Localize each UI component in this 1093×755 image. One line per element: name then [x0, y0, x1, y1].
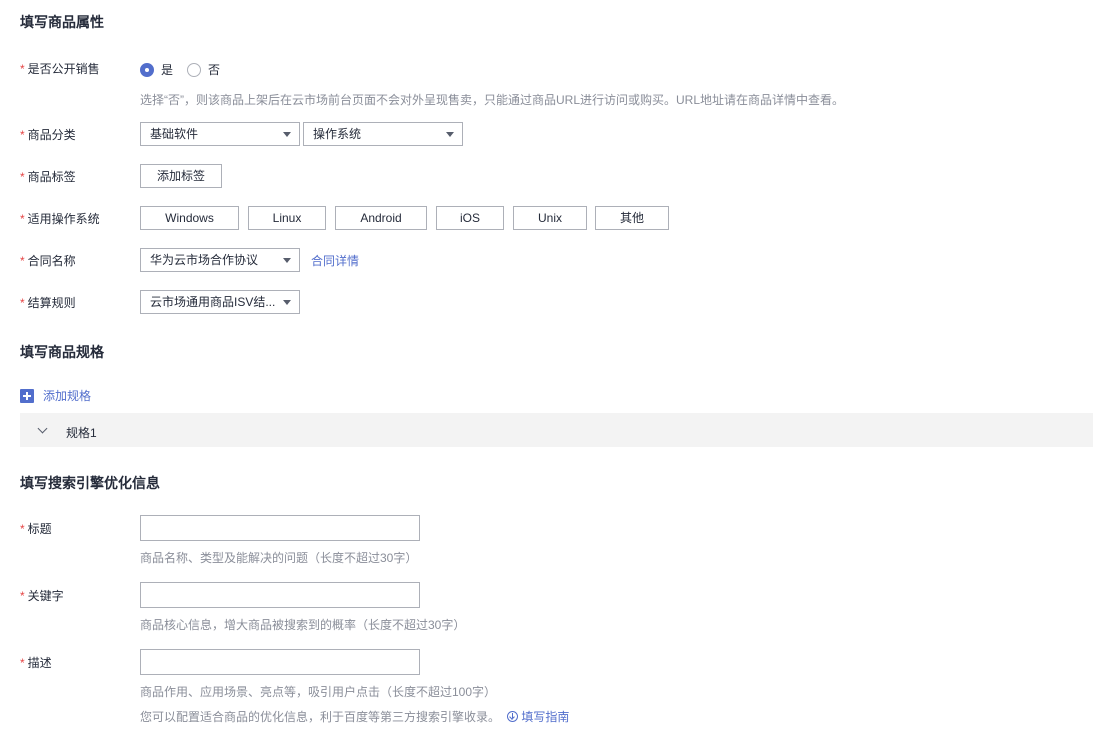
os-option-linux[interactable]: Linux — [248, 206, 326, 230]
os-option-unix[interactable]: Unix — [513, 206, 587, 230]
add-spec-label: 添加规格 — [43, 389, 92, 403]
seo-title-hint: 商品名称、类型及能解决的问题（长度不超过30字） — [140, 551, 418, 565]
required-mark: * — [20, 212, 25, 226]
section-title-spec: 填写商品规格 — [20, 344, 104, 360]
contract-detail-link[interactable]: 合同详情 — [311, 252, 359, 269]
radio-checked-icon[interactable] — [140, 62, 154, 77]
radio-option-no[interactable]: 否 — [208, 61, 220, 78]
spec-panel-label: 规格1 — [66, 426, 97, 440]
settlement-label-text: 结算规则 — [27, 296, 76, 310]
seo-keywords-hint: 商品核心信息，增大商品被搜索到的概率（长度不超过30字） — [140, 618, 466, 632]
os-label: * 适用操作系统 — [20, 210, 100, 227]
caret-down-icon — [283, 132, 291, 137]
seo-description-hint: 商品作用、应用场景、亮点等，吸引用户点击（长度不超过100字） — [140, 685, 497, 699]
contract-label-text: 合同名称 — [27, 254, 76, 268]
tags-label-text: 商品标签 — [27, 170, 76, 184]
chevron-down-icon[interactable] — [37, 423, 48, 434]
contract-select[interactable]: 华为云市场合作协议 — [140, 248, 300, 272]
required-mark: * — [20, 522, 25, 536]
public-sale-label: * 是否公开销售 — [20, 60, 100, 77]
tags-label: * 商品标签 — [20, 168, 76, 185]
seo-description-label: * 描述 — [20, 654, 52, 671]
os-option-windows[interactable]: Windows — [140, 206, 239, 230]
required-mark: * — [20, 254, 25, 268]
caret-down-icon — [283, 258, 291, 263]
required-mark: * — [20, 62, 25, 76]
os-option-android[interactable]: Android — [335, 206, 427, 230]
contract-label: * 合同名称 — [20, 252, 76, 269]
required-mark: * — [20, 589, 25, 603]
contract-value: 华为云市场合作协议 — [150, 253, 259, 267]
os-option-ios[interactable]: iOS — [436, 206, 504, 230]
category-primary-value: 基础软件 — [150, 127, 199, 141]
radio-unchecked-icon[interactable] — [187, 62, 202, 77]
plus-square-icon — [20, 388, 34, 403]
seo-title-input[interactable] — [140, 515, 420, 541]
seo-description-label-text: 描述 — [27, 656, 52, 670]
seo-title-label: * 标题 — [20, 520, 52, 537]
seo-keywords-label-text: 关键字 — [27, 589, 64, 603]
radio-option-yes[interactable]: 是 — [161, 61, 173, 78]
category-secondary-value: 操作系统 — [313, 127, 362, 141]
seo-footer-note: 您可以配置适合商品的优化信息，利于百度等第三方搜索引擎收录。 填写指南 — [140, 708, 569, 725]
seo-footer-note-text: 您可以配置适合商品的优化信息，利于百度等第三方搜索引擎收录。 — [140, 710, 501, 724]
os-label-text: 适用操作系统 — [27, 212, 100, 226]
add-tag-button[interactable]: 添加标签 — [140, 164, 222, 188]
settlement-label: * 结算规则 — [20, 294, 76, 311]
public-sale-radio-group: 是 否 — [140, 61, 234, 78]
public-sale-hint: 选择“否”，则该商品上架后在云市场前台页面不会对外呈现售卖，只能通过商品URL进… — [140, 93, 845, 107]
required-mark: * — [20, 656, 25, 670]
caret-down-icon — [446, 132, 454, 137]
seo-keywords-label: * 关键字 — [20, 587, 64, 604]
section-title-seo: 填写搜索引擎优化信息 — [20, 475, 160, 491]
download-circle-icon — [507, 711, 519, 722]
section-title-attributes: 填写商品属性 — [20, 14, 104, 30]
required-mark: * — [20, 296, 25, 310]
os-option-other[interactable]: 其他 — [595, 206, 669, 230]
required-mark: * — [20, 128, 25, 142]
seo-description-input[interactable] — [140, 649, 420, 675]
settlement-value: 云市场通用商品ISV结... — [150, 295, 276, 309]
caret-down-icon — [283, 300, 291, 305]
category-primary-select[interactable]: 基础软件 — [140, 122, 300, 146]
seo-title-label-text: 标题 — [27, 522, 52, 536]
category-secondary-select[interactable]: 操作系统 — [303, 122, 463, 146]
required-mark: * — [20, 170, 25, 184]
guide-link-label: 填写指南 — [521, 710, 570, 724]
add-spec-button[interactable]: 添加规格 — [20, 387, 91, 404]
guide-link[interactable]: 填写指南 — [507, 710, 569, 724]
category-label-text: 商品分类 — [27, 128, 76, 142]
spec-panel-header[interactable]: 规格1 — [20, 413, 1093, 447]
category-label: * 商品分类 — [20, 126, 76, 143]
seo-keywords-input[interactable] — [140, 582, 420, 608]
settlement-select[interactable]: 云市场通用商品ISV结... — [140, 290, 300, 314]
public-sale-label-text: 是否公开销售 — [27, 62, 100, 76]
